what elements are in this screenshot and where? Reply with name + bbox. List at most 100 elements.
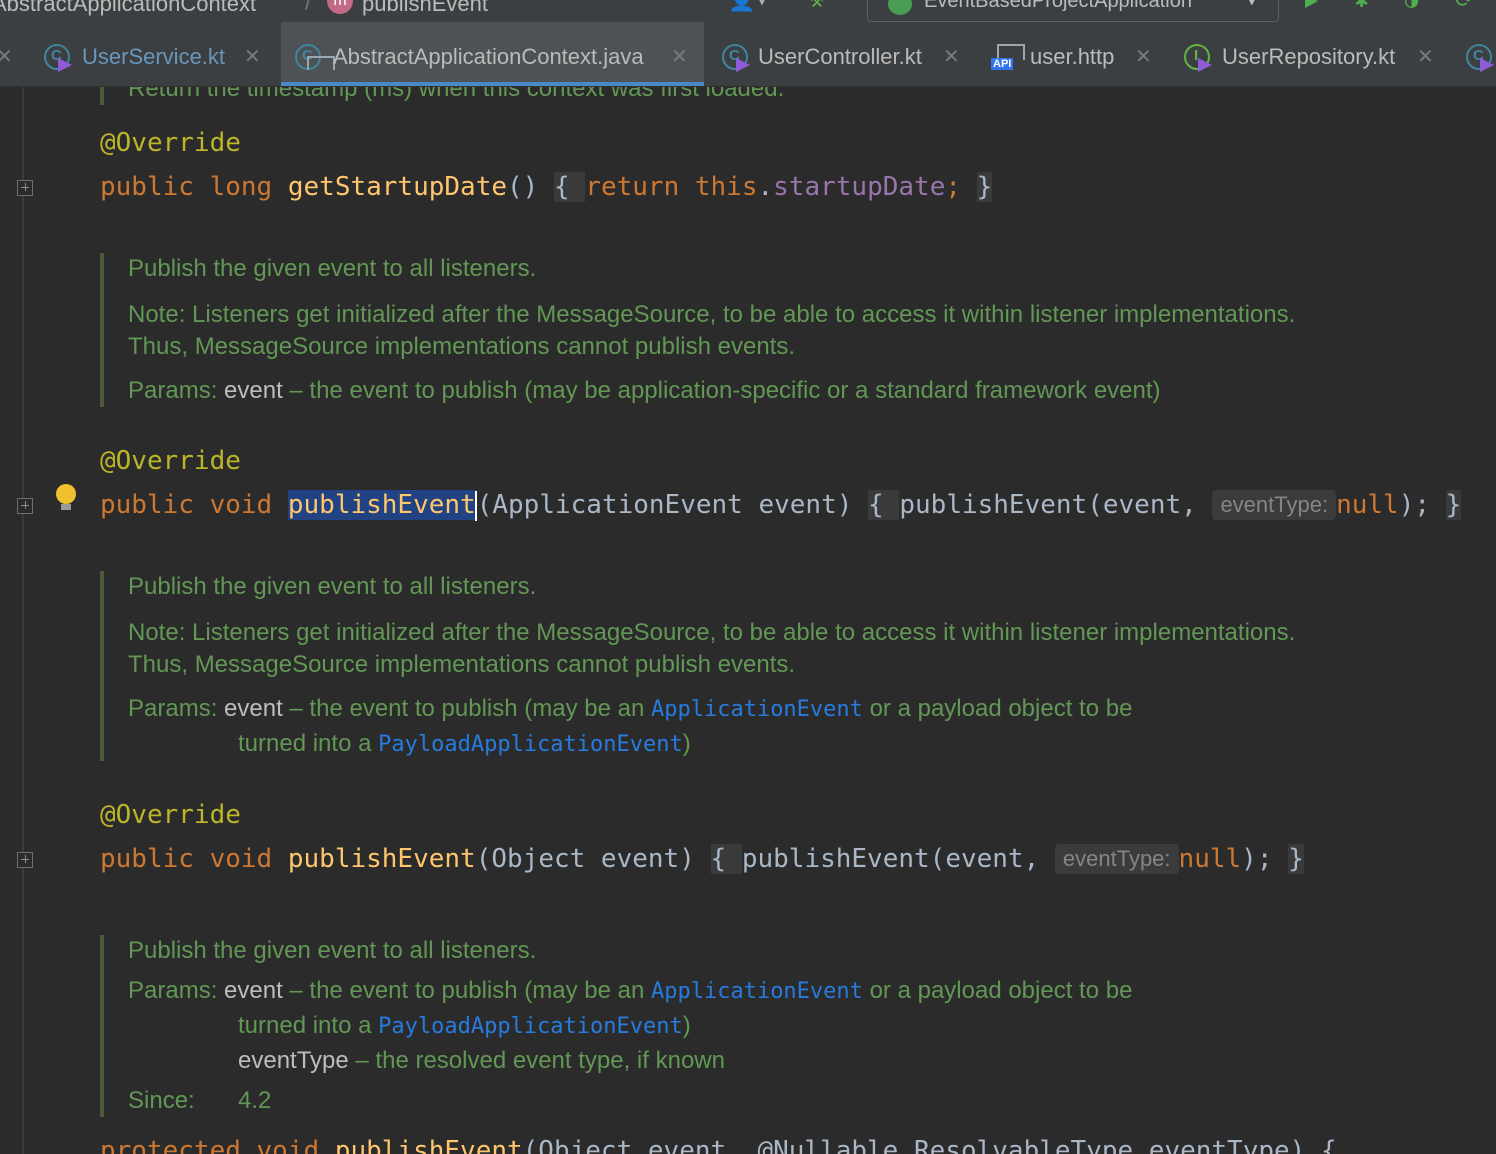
param-desc: ) bbox=[682, 730, 691, 757]
folded-brace[interactable]: { bbox=[553, 172, 586, 202]
param-desc: – the resolved event type, if known bbox=[348, 1047, 725, 1074]
signature: (Object event) bbox=[475, 844, 695, 874]
tab-user-controller[interactable]: C UserController.kt ✕ bbox=[710, 22, 978, 86]
code-line-annotation: @Override bbox=[100, 126, 241, 160]
doc-link[interactable]: PayloadApplicationEvent bbox=[378, 732, 683, 757]
code-line-annotation: @Override bbox=[100, 444, 241, 478]
keyword: void bbox=[209, 844, 273, 874]
doc-params: Params: event – the event to publish (ma… bbox=[128, 693, 1428, 726]
method-name: publishEvent bbox=[287, 844, 476, 874]
params-label: Params: bbox=[128, 977, 218, 1004]
run-icon[interactable]: ▶ bbox=[1305, 0, 1318, 14]
tab-label: UserRepository.kt bbox=[1222, 44, 1396, 69]
close-icon[interactable]: ✕ bbox=[943, 44, 960, 68]
folded-brace[interactable]: { bbox=[868, 490, 900, 520]
doc-params-continued: turned into a PayloadApplicationEvent) bbox=[128, 1010, 1428, 1043]
params-label: Params: bbox=[128, 377, 218, 404]
folded-brace[interactable]: { bbox=[710, 844, 742, 874]
tab-user-service[interactable]: C UserService.kt ✕ bbox=[30, 22, 275, 86]
brace: { bbox=[553, 172, 570, 202]
gutter-line bbox=[22, 87, 24, 1154]
since-value: 4.2 bbox=[238, 1087, 272, 1114]
param-desc: – the event to publish (may be an bbox=[282, 695, 651, 722]
user-icon[interactable]: 👤▾ bbox=[728, 0, 769, 14]
doc-since: Since: 4.2 bbox=[128, 1085, 1428, 1117]
close-icon[interactable]: ✕ bbox=[1417, 44, 1434, 68]
param-name: eventType bbox=[238, 1047, 349, 1074]
debug-icon[interactable]: ✱ bbox=[1355, 0, 1368, 14]
code-line-get-startup-date: public long getStartupDate() { return th… bbox=[100, 170, 993, 204]
run-configuration-label: EventBasedProjectApplication bbox=[924, 0, 1192, 12]
java-class-icon: C bbox=[295, 44, 335, 72]
doc-params-continued: turned into a PayloadApplicationEvent) bbox=[128, 728, 1428, 761]
semicolon: ; bbox=[945, 172, 961, 202]
code-line-publish-event-object: public void publishEvent(Object event) {… bbox=[100, 842, 1304, 876]
build-hammer-icon[interactable]: ⚒ bbox=[810, 0, 823, 14]
http-api-icon: API bbox=[991, 44, 1025, 72]
since-label: Since: bbox=[128, 1087, 195, 1114]
method-name: publishEvent bbox=[334, 1136, 523, 1154]
keyword: null bbox=[1336, 490, 1399, 520]
fold-expand-icon[interactable] bbox=[17, 180, 33, 196]
tab-overflow[interactable]: C bbox=[1464, 22, 1496, 86]
selected-method-name[interactable]: publishEvent bbox=[287, 490, 476, 520]
doc-note: Note: Listeners get initialized after th… bbox=[128, 301, 1296, 360]
code-editor[interactable]: Return the timestamp (ms) when this cont… bbox=[0, 87, 1496, 1154]
doc-text: Return the timestamp (ms) when this cont… bbox=[128, 87, 785, 102]
close-icon[interactable]: ✕ bbox=[0, 44, 13, 68]
doc-params: Params: event – the event to publish (ma… bbox=[128, 375, 1428, 407]
kotlin-class-icon: C bbox=[722, 44, 750, 72]
javadoc-block: Publish the given event to all listeners… bbox=[100, 935, 1428, 1117]
editor-gutter bbox=[0, 87, 100, 1154]
profile-icon[interactable]: ⟳ bbox=[1455, 0, 1473, 14]
folded-brace[interactable]: } bbox=[976, 172, 993, 202]
parameter-hint: eventType: bbox=[1212, 490, 1337, 520]
breadcrumb-class[interactable]: AbstractApplicationContext bbox=[0, 0, 256, 17]
close-icon[interactable]: ✕ bbox=[671, 44, 688, 68]
fold-expand-icon[interactable] bbox=[17, 498, 33, 514]
keyword: public bbox=[100, 172, 194, 202]
breadcrumb-separator: / bbox=[305, 0, 312, 15]
doc-summary: Publish the given event to all listeners… bbox=[128, 573, 537, 600]
tab-user-repository[interactable]: I UserRepository.kt ✕ bbox=[1170, 22, 1460, 86]
params-label: Params: bbox=[128, 695, 218, 722]
kotlin-class-icon: C bbox=[44, 44, 72, 72]
folded-brace[interactable]: } bbox=[1445, 490, 1462, 520]
coverage-icon[interactable]: ◑ bbox=[1405, 0, 1418, 14]
breadcrumb-method[interactable]: publishEvent bbox=[362, 0, 488, 17]
close-paren: ); bbox=[1398, 490, 1431, 520]
fold-expand-icon[interactable] bbox=[17, 852, 33, 868]
navigation-bar: AbstractApplicationContext / m publishEv… bbox=[0, 0, 1496, 22]
doc-link[interactable]: ApplicationEvent bbox=[651, 697, 863, 722]
close-icon[interactable]: ✕ bbox=[244, 44, 261, 68]
doc-note: Note: Listeners get initialized after th… bbox=[128, 619, 1296, 678]
run-configuration-select[interactable]: EventBasedProjectApplication ▼ bbox=[867, 0, 1279, 22]
folded-brace[interactable]: } bbox=[1288, 844, 1304, 874]
param-desc: or a payload object to be bbox=[862, 695, 1133, 722]
keyword: long bbox=[209, 172, 273, 202]
tab-previous-close[interactable]: ✕ bbox=[0, 22, 20, 86]
param-desc: ) bbox=[682, 1012, 691, 1039]
param-desc: or a payload object to be bbox=[862, 977, 1133, 1004]
doc-summary: Publish the given event to all listeners… bbox=[128, 937, 537, 964]
method-name: getStartupDate bbox=[287, 172, 508, 202]
annotation: @Override bbox=[100, 128, 241, 158]
javadoc-block: Publish the given event to all listeners… bbox=[100, 571, 1428, 761]
param-desc: turned into a bbox=[238, 730, 379, 757]
brace: { bbox=[868, 490, 884, 520]
doc-summary: Publish the given event to all listeners… bbox=[128, 255, 537, 282]
chevron-down-icon: ▼ bbox=[1247, 0, 1256, 9]
tab-label: UserService.kt bbox=[82, 44, 226, 69]
doc-link[interactable]: PayloadApplicationEvent bbox=[378, 1014, 683, 1039]
tab-abstract-application-context[interactable]: C AbstractApplicationContext.java ✕ bbox=[281, 22, 704, 86]
field-name: startupDate bbox=[773, 172, 946, 202]
parameter-hint: eventType: bbox=[1054, 844, 1179, 874]
tab-user-http[interactable]: API user.http ✕ bbox=[985, 22, 1163, 86]
annotation: @Override bbox=[100, 446, 241, 476]
lightbulb-icon[interactable] bbox=[54, 484, 78, 514]
dot: . bbox=[757, 172, 774, 202]
doc-link[interactable]: ApplicationEvent bbox=[651, 979, 863, 1004]
tab-label: user.http bbox=[1030, 44, 1115, 69]
close-icon[interactable]: ✕ bbox=[1135, 44, 1152, 68]
method-call: publishEvent(event, bbox=[899, 490, 1197, 520]
